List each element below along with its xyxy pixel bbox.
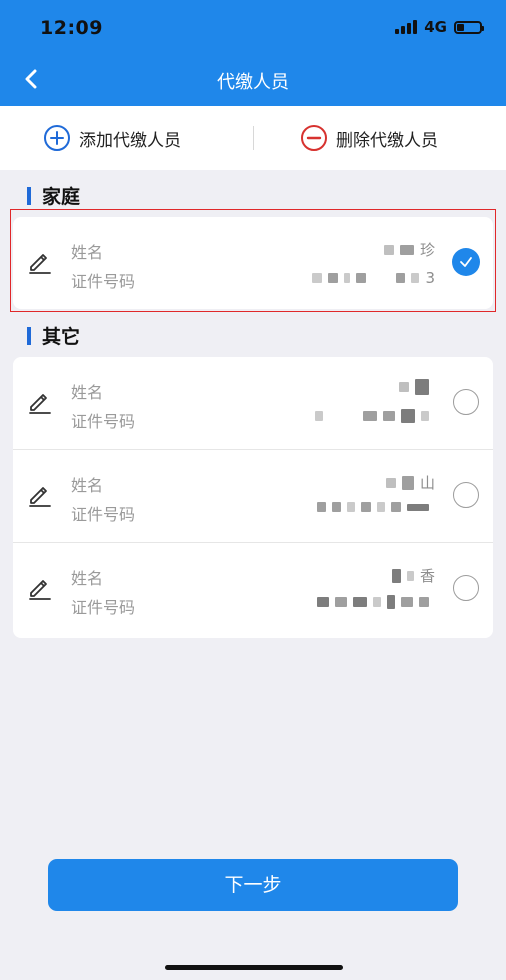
unselected-radio-icon[interactable] <box>453 482 479 508</box>
name-label: 姓名 <box>71 243 104 262</box>
edit-pencil-icon[interactable] <box>27 481 53 507</box>
name-value: 山 <box>385 472 435 493</box>
add-person-button[interactable]: 添加代缴人员 <box>43 122 181 154</box>
masked-text <box>344 273 351 283</box>
navigation-bar: 代缴人员 <box>0 56 506 106</box>
checkmark-icon <box>460 257 472 267</box>
id-number-label: 证件号码 <box>71 505 136 524</box>
status-time: 12:09 <box>40 17 103 39</box>
masked-text <box>401 597 413 607</box>
edit-pencil-icon[interactable] <box>27 248 53 274</box>
masked-text <box>411 273 420 283</box>
name-visible-character: 珍 <box>419 241 435 259</box>
masked-text <box>353 597 367 607</box>
masked-text <box>312 273 323 283</box>
section-title-other: 其它 <box>42 326 81 348</box>
masked-text <box>401 475 414 490</box>
plus-circle-icon <box>44 125 70 151</box>
person-row-other-1[interactable]: 姓名 证件号码 <box>13 357 493 450</box>
id-number-value <box>315 409 435 423</box>
masked-text <box>317 597 329 607</box>
name-value: 珍 <box>383 239 435 260</box>
masked-text <box>363 411 377 421</box>
masked-text <box>347 502 355 512</box>
masked-text <box>332 502 341 512</box>
id-number-label: 证件号码 <box>71 412 136 431</box>
delete-person-label: 删除代缴人员 <box>336 130 438 151</box>
masked-text <box>383 244 394 255</box>
network-label: 4G <box>424 18 447 36</box>
battery-level <box>457 23 464 31</box>
masked-text <box>383 411 395 421</box>
action-divider <box>253 126 254 150</box>
home-indicator[interactable] <box>165 965 343 970</box>
masked-text <box>335 597 347 607</box>
masked-text <box>328 273 339 283</box>
minus-circle-icon <box>301 125 327 151</box>
masked-text <box>415 379 429 395</box>
masked-text <box>317 502 326 512</box>
masked-text <box>391 502 401 512</box>
other-person-list: 姓名 证件号码 姓名 证件号码 山 姓名 证件号码 香 <box>13 357 493 638</box>
section-header-family: 家庭 <box>27 182 80 209</box>
masked-text <box>385 477 396 488</box>
masked-text <box>396 273 406 283</box>
page-title: 代缴人员 <box>217 72 289 93</box>
masked-text <box>419 597 429 607</box>
unselected-radio-icon[interactable] <box>453 389 479 415</box>
name-visible-character: 山 <box>419 474 435 492</box>
unselected-radio-icon[interactable] <box>453 575 479 601</box>
masked-text <box>315 411 323 421</box>
masked-text <box>399 382 409 392</box>
masked-text <box>373 597 381 607</box>
name-visible-character: 香 <box>419 567 435 585</box>
edit-pencil-icon[interactable] <box>27 388 53 414</box>
section-marker <box>27 326 31 345</box>
name-value: 香 <box>391 565 435 586</box>
add-person-label: 添加代缴人员 <box>79 130 181 151</box>
id-number-value <box>317 502 435 512</box>
name-value <box>399 379 435 395</box>
status-indicators: 4G <box>395 18 484 36</box>
battery-icon <box>454 20 484 34</box>
next-step-button[interactable]: 下一步 <box>48 859 458 911</box>
status-bar: 12:09 4G <box>0 0 506 56</box>
masked-text <box>421 411 429 421</box>
masked-text <box>391 568 401 583</box>
masked-text <box>401 409 415 423</box>
edit-pencil-icon[interactable] <box>27 574 53 600</box>
masked-text <box>406 570 414 581</box>
id-number-value <box>317 595 435 609</box>
masked-text <box>361 502 371 512</box>
selected-check-icon[interactable] <box>452 248 480 276</box>
masked-text <box>407 503 429 511</box>
masked-text <box>377 502 385 512</box>
person-row-family-1[interactable]: 姓名 证件号码 珍 3 <box>13 217 493 309</box>
masked-text <box>387 595 395 609</box>
person-row-other-3[interactable]: 姓名 证件号码 香 <box>13 543 493 636</box>
person-row-other-2[interactable]: 姓名 证件号码 山 <box>13 450 493 543</box>
section-header-other: 其它 <box>27 322 80 349</box>
masked-text <box>356 273 367 283</box>
id-number-value: 3 <box>312 269 435 287</box>
section-title-family: 家庭 <box>42 186 81 208</box>
name-label: 姓名 <box>71 476 104 495</box>
delete-person-button[interactable]: 删除代缴人员 <box>300 122 438 154</box>
family-person-list: 姓名 证件号码 珍 3 <box>13 217 493 309</box>
id-number-label: 证件号码 <box>71 272 136 291</box>
id-number-label: 证件号码 <box>71 598 136 617</box>
signal-icon <box>395 20 418 34</box>
section-marker <box>27 186 31 205</box>
name-label: 姓名 <box>71 383 104 402</box>
action-bar: 添加代缴人员 删除代缴人员 <box>0 106 506 170</box>
masked-text <box>399 244 414 255</box>
name-label: 姓名 <box>71 569 104 588</box>
id-visible-character: 3 <box>425 269 435 287</box>
